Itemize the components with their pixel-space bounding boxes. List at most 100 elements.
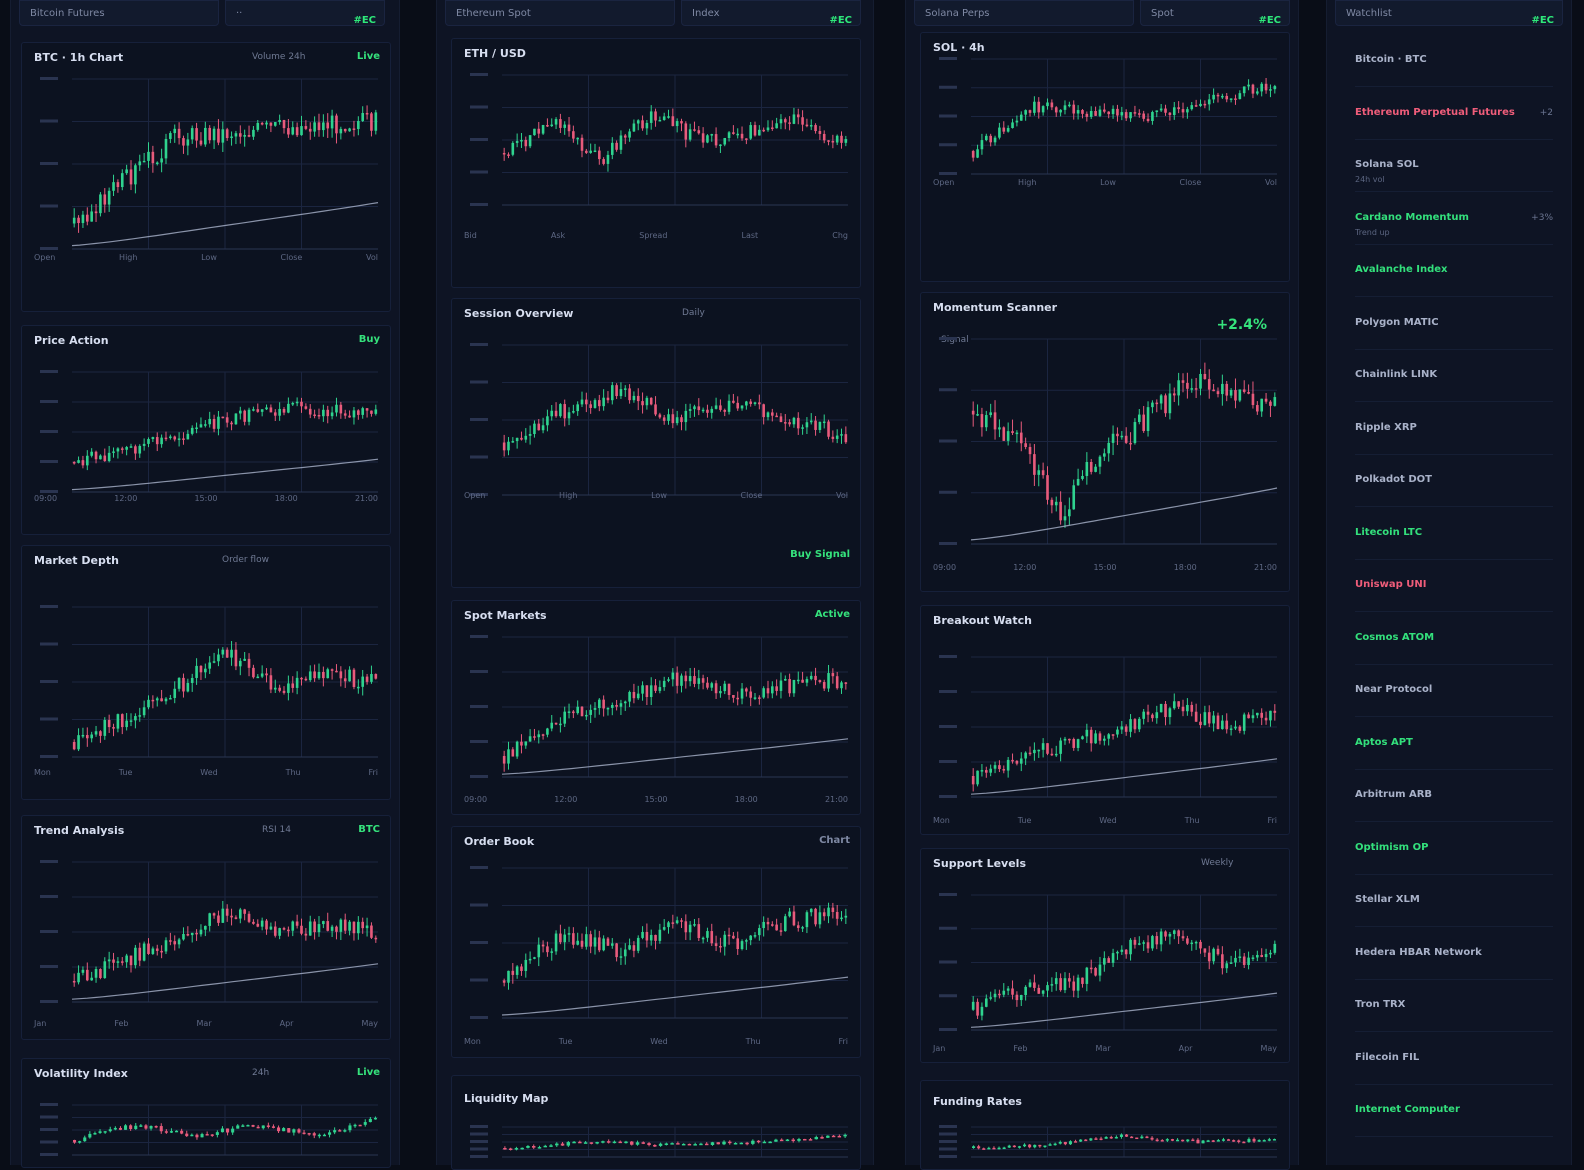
- candle-body: [295, 677, 299, 688]
- footer-label: Mon: [34, 768, 51, 777]
- watchlist-item[interactable]: Ethereum Perpetual Futures +2: [1355, 103, 1553, 140]
- candle-body: [1234, 726, 1237, 729]
- watchlist-item[interactable]: Internet Computer: [1355, 1100, 1553, 1137]
- candle-body: [361, 676, 365, 687]
- chart-panel[interactable]: Session Overview Daily Buy Signal Open H…: [451, 298, 861, 588]
- chart-panel[interactable]: Support Levels Weekly Jan Feb Mar Apr Ma…: [920, 848, 1290, 1063]
- candle-body: [1107, 958, 1111, 963]
- watchlist-item[interactable]: Arbitrum ARB: [1355, 785, 1553, 822]
- watchlist-item[interactable]: Hedera HBAR Network: [1355, 943, 1553, 980]
- watchlist-item[interactable]: Avalanche Index: [1355, 260, 1553, 297]
- candle-body: [1146, 711, 1150, 715]
- candle-body: [1094, 110, 1097, 116]
- candle-body: [697, 678, 701, 684]
- price-chart[interactable]: [921, 53, 1289, 188]
- top-tab-label: ··: [236, 8, 243, 19]
- panel-title: Support Levels: [933, 857, 1026, 870]
- watchlist-item[interactable]: Ripple XRP: [1355, 418, 1553, 455]
- candle-body: [1002, 990, 1006, 995]
- candle-body: [706, 135, 709, 143]
- watchlist-title: Watchlist: [1346, 8, 1392, 19]
- chart-panel[interactable]: Price Action Buy 09:00 12:00 15:00 18:00…: [21, 325, 391, 535]
- price-chart[interactable]: [921, 651, 1289, 811]
- candle-body: [1269, 952, 1272, 955]
- column-1-top-tab-2[interactable]: ·· #EC: [225, 0, 385, 26]
- footer-label: Vol: [836, 491, 848, 500]
- candle-body: [78, 1141, 82, 1143]
- candle-body: [348, 1125, 352, 1131]
- column-3-top-tab-2[interactable]: Spot #EC: [1140, 0, 1290, 26]
- candle-body: [1232, 1140, 1236, 1142]
- watchlist-item[interactable]: Litecoin LTC: [1355, 523, 1553, 560]
- watchlist-item[interactable]: Filecoin FIL: [1355, 1048, 1553, 1085]
- y-tick-label: [939, 1155, 957, 1158]
- chart-panel[interactable]: Volatility Index 24h Live: [21, 1058, 391, 1168]
- price-chart[interactable]: [22, 856, 390, 1016]
- chart-panel[interactable]: Liquidity Map: [451, 1075, 861, 1170]
- candle-body: [809, 125, 813, 127]
- price-chart[interactable]: [452, 69, 860, 219]
- watchlist-item[interactable]: Optimism OP: [1355, 838, 1553, 875]
- price-chart[interactable]: [452, 1121, 860, 1169]
- watchlist-item[interactable]: Bitcoin · BTC: [1355, 50, 1553, 87]
- chart-footer: Open High Low Close Vol: [34, 253, 378, 263]
- candle-body: [971, 410, 975, 415]
- candle-body: [1037, 470, 1041, 475]
- watchlist-item[interactable]: Near Protocol: [1355, 680, 1553, 717]
- chart-panel[interactable]: Breakout Watch Mon Tue Wed Thu Fri: [920, 605, 1290, 835]
- candle-body: [541, 425, 545, 431]
- candle-body: [796, 679, 800, 682]
- column-3-top-tab[interactable]: Solana Perps: [914, 0, 1134, 26]
- price-chart[interactable]: [22, 73, 390, 263]
- price-chart[interactable]: [452, 339, 860, 509]
- candle-body: [792, 911, 796, 926]
- chart-panel[interactable]: Market Depth Order flow Mon Tue Wed Thu …: [21, 545, 391, 800]
- candle-body: [710, 408, 714, 413]
- candle-body: [615, 943, 618, 958]
- chart-panel[interactable]: Spot Markets Active 09:00 12:00 15:00 18…: [451, 600, 861, 815]
- chart-panel[interactable]: ETH / USD Bid Ask Spread Last Chg: [451, 38, 861, 288]
- watchlist-item[interactable]: Polkadot DOT: [1355, 470, 1553, 507]
- price-chart[interactable]: [22, 1099, 390, 1167]
- candle-body: [134, 716, 137, 721]
- column-1-top-tab[interactable]: Bitcoin Futures: [19, 0, 219, 26]
- candle-body: [125, 955, 128, 963]
- chart-panel[interactable]: Momentum Scanner Signal +2.4% 09:00 12:0…: [920, 292, 1290, 592]
- chart-panel[interactable]: Trend Analysis RSI 14 BTC Jan Feb Mar Ap…: [21, 815, 391, 1040]
- candle-body: [693, 406, 696, 410]
- candle-body: [533, 128, 536, 136]
- price-chart[interactable]: [22, 601, 390, 771]
- candle-body: [537, 423, 541, 431]
- watchlist-item[interactable]: Cardano Momentum Trend up +3%: [1355, 208, 1553, 245]
- price-chart[interactable]: [452, 862, 860, 1032]
- column-2-top-tab-2[interactable]: Index #EC: [681, 0, 861, 26]
- watchlist-item[interactable]: Chainlink LINK: [1355, 365, 1553, 402]
- candle-body: [1084, 1139, 1088, 1142]
- price-chart[interactable]: [921, 1121, 1289, 1169]
- price-chart[interactable]: [22, 366, 390, 506]
- candle-body: [195, 1134, 199, 1138]
- watchlist-item[interactable]: Aptos APT: [1355, 733, 1553, 770]
- candle-body: [980, 770, 984, 772]
- candle-body: [1006, 988, 1010, 991]
- candle-body: [585, 934, 588, 947]
- candle-body: [129, 955, 133, 966]
- watchlist-item[interactable]: Cosmos ATOM: [1355, 628, 1553, 665]
- watchlist-item-name: Internet Computer: [1355, 1104, 1460, 1115]
- candle-body: [221, 416, 225, 419]
- watchlist-item[interactable]: Tron TRX: [1355, 995, 1553, 1032]
- price-chart[interactable]: [452, 631, 860, 791]
- candle-body: [217, 654, 220, 662]
- chart-panel[interactable]: SOL · 4h Open High Low Close Vol: [920, 32, 1290, 282]
- watchlist-item[interactable]: Solana SOL 24h vol: [1355, 155, 1553, 192]
- watchlist-item[interactable]: Stellar XLM: [1355, 890, 1553, 927]
- column-2-top-tab[interactable]: Ethereum Spot: [445, 0, 675, 26]
- chart-panel[interactable]: Order Book Chart Mon Tue Wed Thu Fri: [451, 826, 861, 1058]
- watchlist-item[interactable]: Uniswap UNI: [1355, 575, 1553, 612]
- watchlist-item[interactable]: Polygon MATIC: [1355, 313, 1553, 350]
- price-chart[interactable]: [921, 889, 1289, 1044]
- chart-panel[interactable]: BTC · 1h Chart Volume 24h Live Open High…: [21, 42, 391, 312]
- candle-body: [758, 697, 761, 699]
- chart-panel[interactable]: Funding Rates: [920, 1080, 1290, 1170]
- price-chart[interactable]: [921, 333, 1289, 558]
